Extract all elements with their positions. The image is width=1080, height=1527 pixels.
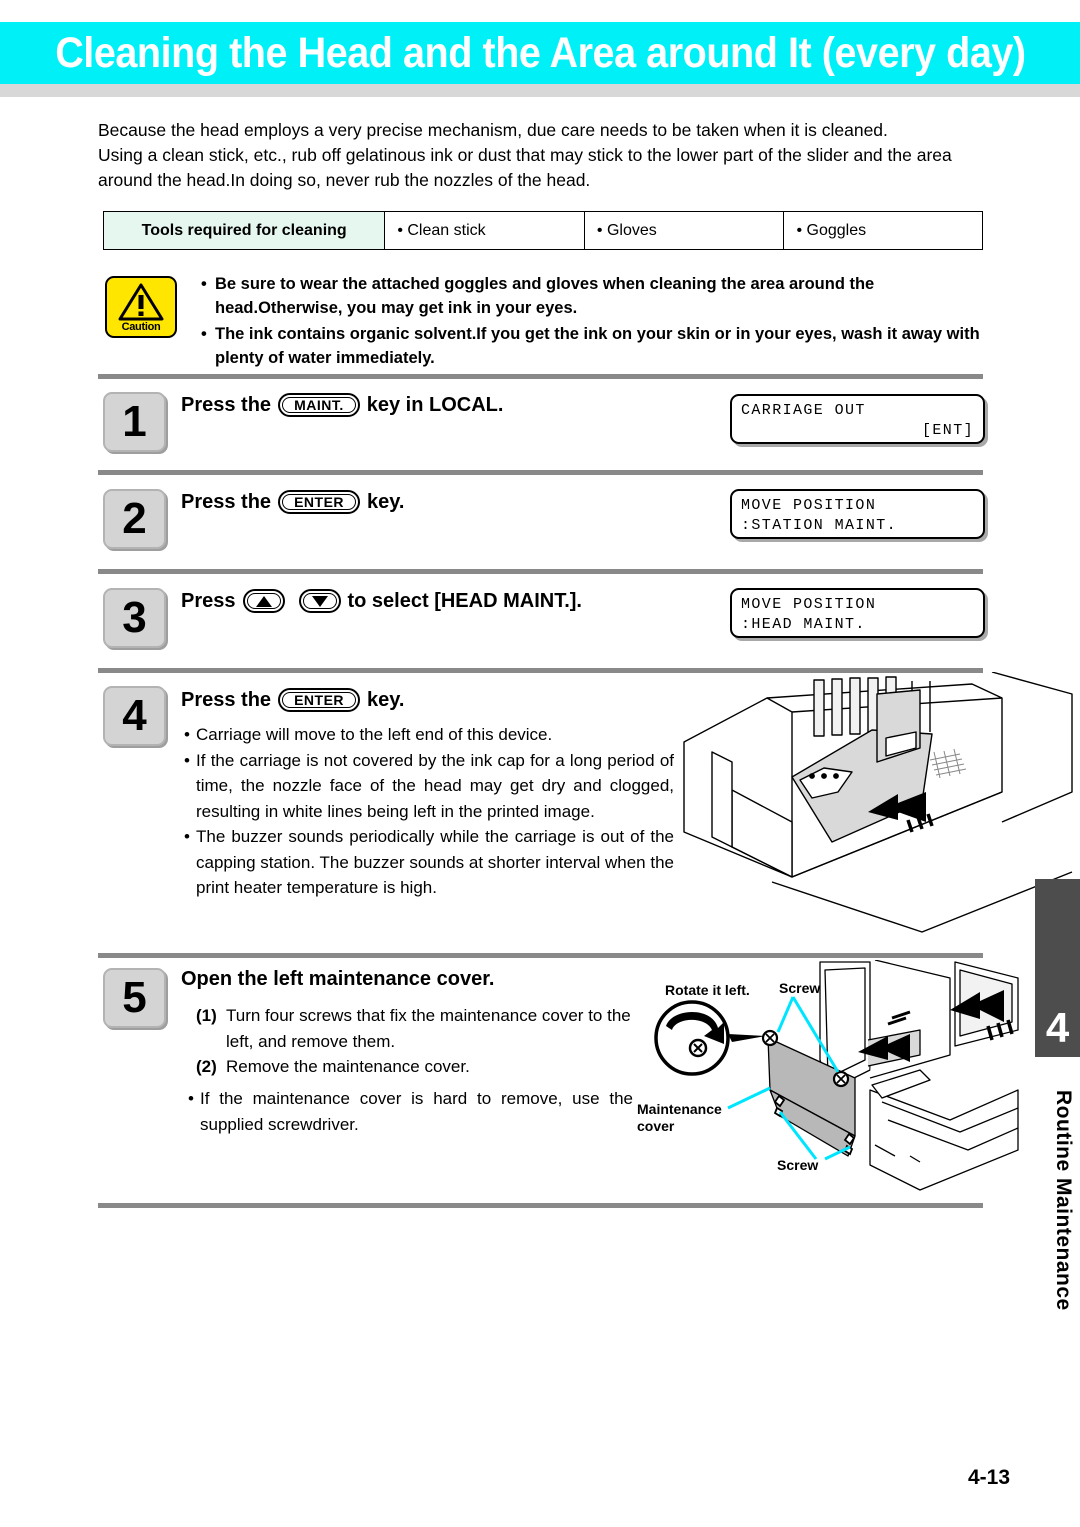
- step-4-bullet-2-text: If the carriage is not covered by the in…: [196, 750, 674, 821]
- up-arrow-key-button[interactable]: [242, 589, 285, 613]
- step-2-number: 2: [103, 489, 166, 549]
- bullet-marker: •: [201, 275, 207, 293]
- separator-rule-5: [98, 953, 983, 958]
- maint-key-button[interactable]: MAINT.: [278, 393, 360, 417]
- bullet-marker: •: [201, 325, 207, 343]
- caution-bullet-1-text: Be sure to wear the attached goggles and…: [215, 275, 875, 317]
- step-1-title-prefix: Press the: [181, 393, 272, 416]
- bullet-marker: •: [184, 725, 190, 744]
- enter-key-button[interactable]: ENTER: [278, 688, 361, 712]
- separator-rule-6: [98, 1203, 983, 1208]
- warning-triangle-icon: [118, 283, 164, 321]
- step-4-bullet-1-text: Carriage will move to the left end of th…: [196, 725, 553, 744]
- step-2-title: Press the ENTER key.: [181, 490, 404, 514]
- bullet-marker: •: [184, 750, 190, 770]
- lcd-line-2: :HEAD MAINT.: [741, 616, 866, 633]
- up-arrow-icon: [255, 595, 272, 607]
- tools-table-cell-gloves: • Gloves: [585, 212, 785, 249]
- caution-text-list: • Be sure to wear the attached goggles a…: [201, 272, 995, 372]
- step-5-item-1-text: Turn four screws that fix the maintenanc…: [226, 1006, 631, 1051]
- screw-head-icon: [832, 1070, 850, 1088]
- step-5-title: Open the left maintenance cover.: [181, 968, 495, 990]
- tools-table-header-cell: Tools required for cleaning: [104, 212, 386, 249]
- intro-paragraph: Because the head employs a very precise …: [98, 118, 998, 193]
- step-2-title-suffix: key.: [367, 490, 405, 513]
- down-arrow-key-button[interactable]: [298, 589, 341, 613]
- chapter-tab-number: 4: [1045, 1004, 1070, 1051]
- step-4-bullet-2: • If the carriage is not covered by the …: [184, 748, 674, 825]
- page-header-banner: Cleaning the Head and the Area around It…: [0, 22, 1080, 84]
- step-5-item-2-number: (2): [196, 1057, 217, 1076]
- lcd-line-1: CARRIAGE OUT: [741, 402, 866, 419]
- step-3-title-prefix: Press: [181, 589, 236, 612]
- step-5-number: 5: [103, 968, 166, 1028]
- chapter-tab-block: 4: [1035, 879, 1080, 1057]
- step-5-notes: • If the maintenance cover is hard to re…: [188, 1086, 633, 1137]
- step-4-bullet-3-text: The buzzer sounds periodically while the…: [196, 827, 674, 897]
- caution-icon-label: Caution: [121, 321, 161, 333]
- separator-rule-1: [98, 374, 983, 379]
- header-shadow-bar: [0, 84, 1080, 97]
- intro-line-1: Because the head employs a very precise …: [98, 120, 888, 140]
- page-number: 4-13: [967, 1466, 1010, 1489]
- separator-rule-3: [98, 569, 983, 574]
- lcd-line-2: [ENT]: [921, 422, 974, 439]
- chapter-tab-label: Routine Maintenance: [1052, 1089, 1075, 1311]
- step-3-number: 3: [103, 588, 166, 648]
- step-5-item-2-text: Remove the maintenance cover.: [226, 1057, 470, 1076]
- step-5-bullet-1: • If the maintenance cover is hard to re…: [188, 1086, 633, 1137]
- caution-bullet-2-text: The ink contains organic solvent.If you …: [215, 325, 980, 367]
- step-3-title: Press to select [HEAD MAINT.].: [181, 589, 582, 613]
- tools-table-cell-clean-stick: • Clean stick: [385, 212, 585, 249]
- step-3-title-suffix: to select [HEAD MAINT.].: [347, 589, 582, 612]
- step-4-notes: • Carriage will move to the left end of …: [184, 722, 674, 901]
- step-1-title-suffix: key in LOCAL.: [366, 393, 504, 416]
- step-4-carriage-illustration: [683, 672, 1073, 933]
- rotate-dial-icon: [654, 1000, 766, 1076]
- intro-line-3: around the head.In doing so, never rub t…: [98, 170, 591, 190]
- step-5-item-1-number: (1): [196, 1006, 217, 1025]
- bullet-marker: •: [184, 827, 190, 846]
- step-3-lcd-display: MOVE POSITION :HEAD MAINT.: [730, 588, 985, 638]
- caution-bullet-1: • Be sure to wear the attached goggles a…: [201, 272, 995, 320]
- caution-bullet-2: • The ink contains organic solvent.If yo…: [201, 322, 995, 370]
- step-2-lcd-display: MOVE POSITION :STATION MAINT.: [730, 489, 985, 539]
- step-4-bullet-3: • The buzzer sounds periodically while t…: [184, 824, 674, 901]
- lcd-line-2: :STATION MAINT.: [741, 517, 898, 534]
- separator-rule-2: [98, 470, 983, 475]
- intro-line-2: Using a clean stick, etc., rub off gelat…: [98, 145, 952, 165]
- caution-warning-icon: Caution: [105, 276, 177, 338]
- step-1-lcd-display: CARRIAGE OUT [ENT]: [730, 394, 985, 444]
- enter-key-button[interactable]: ENTER: [278, 490, 361, 514]
- tools-required-table: Tools required for cleaning • Clean stic…: [103, 211, 983, 250]
- screw-head-icon: [761, 1029, 779, 1047]
- step-5-bullet-1-text: If the maintenance cover is hard to remo…: [200, 1089, 633, 1134]
- step-1-number: 1: [103, 392, 166, 452]
- step-5-maintenance-cover-illustration: [654, 960, 1019, 1191]
- down-arrow-icon: [311, 595, 328, 607]
- step-4-number: 4: [103, 686, 166, 746]
- step-5-item-2: (2) Remove the maintenance cover.: [196, 1054, 631, 1080]
- step-5-item-1: (1) Turn four screws that fix the mainte…: [196, 1003, 631, 1054]
- step-1-title: Press the MAINT. key in LOCAL.: [181, 393, 503, 417]
- step-5-numbered-list: (1) Turn four screws that fix the mainte…: [196, 1003, 631, 1080]
- caution-block: Caution • Be sure to wear the attached g…: [105, 272, 995, 372]
- step-4-bullet-1: • Carriage will move to the left end of …: [184, 722, 674, 748]
- bullet-marker: •: [188, 1089, 194, 1108]
- lcd-line-1: MOVE POSITION: [741, 596, 877, 613]
- step-2-title-prefix: Press the: [181, 490, 272, 513]
- tools-table-cell-goggles: • Goggles: [796, 221, 867, 239]
- step-4-title: Press the ENTER key.: [181, 688, 404, 712]
- lcd-line-1: MOVE POSITION: [741, 497, 877, 514]
- page-title: Cleaning the Head and the Area around It…: [54, 28, 1026, 77]
- step-4-title-prefix: Press the: [181, 688, 272, 711]
- step-4-title-suffix: key.: [367, 688, 405, 711]
